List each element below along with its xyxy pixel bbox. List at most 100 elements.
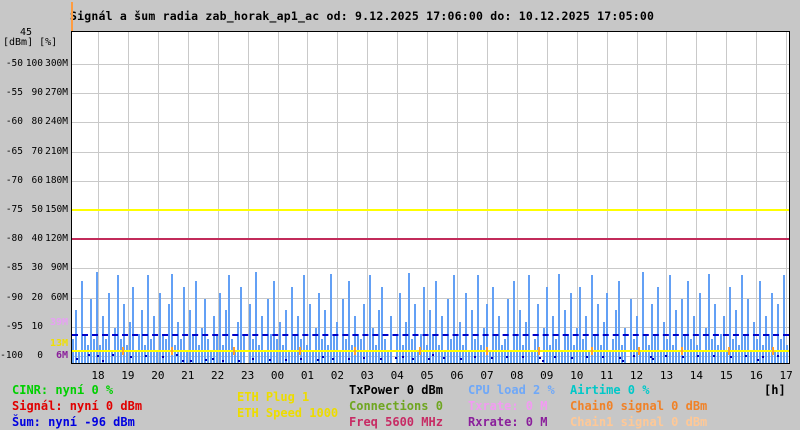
y-axis-value: 20 bbox=[31, 291, 43, 303]
plug-event-tick bbox=[728, 346, 730, 355]
legend-entry: CPU load 2 % bbox=[468, 383, 555, 397]
x-axis-hour-label: 20 bbox=[151, 369, 165, 382]
signal-bar bbox=[441, 316, 443, 363]
signal-bar bbox=[294, 333, 296, 363]
signal-bar bbox=[225, 310, 227, 363]
y-axis-units-label: [dBm] [%] bbox=[3, 37, 58, 48]
signal-bar bbox=[282, 345, 284, 363]
signal-bar bbox=[357, 333, 359, 363]
signal-bar bbox=[426, 345, 428, 363]
legend-entry: Freq 5600 MHz bbox=[349, 415, 443, 429]
noise-dot bbox=[97, 355, 99, 357]
noise-dot bbox=[522, 356, 524, 358]
signal-bar bbox=[243, 333, 245, 363]
plug-event-tick bbox=[233, 346, 235, 355]
plug-event-tick bbox=[591, 346, 593, 355]
rate-marker-label: 13M bbox=[49, 338, 68, 349]
gridline-vertical bbox=[457, 32, 459, 363]
plot-area bbox=[71, 31, 790, 364]
signal-bar bbox=[624, 327, 626, 363]
signal-bar bbox=[456, 333, 458, 363]
signal-bar bbox=[525, 321, 527, 363]
noise-dot bbox=[460, 358, 462, 360]
signal-bar bbox=[723, 316, 725, 363]
signal-bar bbox=[753, 321, 755, 363]
signal-bar bbox=[522, 345, 524, 363]
noise-dot bbox=[222, 360, 224, 362]
signal-bar bbox=[285, 310, 287, 363]
noise-dot bbox=[162, 356, 164, 358]
noise-dot bbox=[238, 360, 240, 362]
x-axis-hour-label: 21 bbox=[181, 369, 195, 382]
signal-bar bbox=[462, 345, 464, 363]
gridline-vertical bbox=[786, 32, 788, 363]
maroon-threshold-line bbox=[72, 238, 789, 241]
signal-bar bbox=[315, 327, 317, 363]
signal-bar bbox=[114, 327, 116, 363]
signal-bar bbox=[594, 333, 596, 363]
signal-bar bbox=[399, 292, 401, 363]
signal-bar bbox=[375, 345, 377, 363]
x-axis-hour-label: 00 bbox=[270, 369, 285, 382]
signal-bar bbox=[99, 345, 101, 363]
noise-dot bbox=[190, 360, 192, 362]
signal-bar bbox=[636, 316, 638, 363]
y-axis-value: 90 bbox=[31, 87, 43, 99]
noise-level-line bbox=[72, 334, 789, 337]
signal-bar bbox=[138, 333, 140, 363]
noise-dot bbox=[491, 357, 493, 359]
gridline-horizontal bbox=[72, 180, 789, 182]
y-axis-value: -90 bbox=[5, 291, 23, 303]
gridline-vertical bbox=[636, 32, 638, 363]
signal-bar bbox=[480, 345, 482, 363]
signal-bar bbox=[351, 345, 353, 363]
noise-dot bbox=[145, 355, 147, 357]
y-axis-value: -60 bbox=[5, 116, 23, 128]
legend-entry: Txrate: 0 M bbox=[468, 399, 548, 413]
signal-bar bbox=[402, 345, 404, 363]
signal-bar bbox=[507, 298, 509, 363]
signal-bar bbox=[297, 316, 299, 363]
signal-bar bbox=[354, 316, 356, 363]
y-axis-value: -80 bbox=[5, 233, 23, 245]
signal-bar bbox=[510, 351, 512, 363]
noise-dot bbox=[554, 356, 556, 358]
x-axis-hour-label: 18 bbox=[91, 369, 105, 382]
noise-dot bbox=[130, 356, 132, 358]
signal-bar bbox=[750, 351, 752, 363]
signal-bar bbox=[600, 345, 602, 363]
signal-bar bbox=[648, 345, 650, 363]
x-axis-hour-label: 19 bbox=[121, 369, 135, 382]
signal-bar bbox=[264, 351, 266, 363]
plug-event-tick bbox=[419, 346, 421, 355]
gridline-vertical bbox=[277, 32, 279, 363]
x-axis-hour-label: 10 bbox=[570, 369, 584, 382]
signal-bar bbox=[84, 333, 86, 363]
signal-bar bbox=[108, 292, 110, 363]
signal-bar bbox=[261, 316, 263, 363]
x-axis-hour-label: 16 bbox=[749, 369, 763, 382]
noise-dot bbox=[205, 359, 207, 361]
noise-dot bbox=[182, 360, 184, 362]
signal-bar bbox=[588, 351, 590, 363]
start-marker-tick bbox=[71, 2, 73, 31]
noise-dot bbox=[88, 354, 90, 356]
noise-dot bbox=[76, 358, 78, 360]
gridline-vertical bbox=[756, 32, 758, 363]
signal-bar bbox=[219, 292, 221, 363]
noise-dot bbox=[665, 355, 667, 357]
signal-bar bbox=[744, 333, 746, 363]
signal-bar bbox=[438, 345, 440, 363]
signal-bar bbox=[267, 298, 269, 363]
signal-bar bbox=[693, 316, 695, 363]
signal-bar bbox=[288, 351, 290, 363]
gridline-vertical bbox=[98, 32, 99, 363]
y-axis-value: 100 bbox=[25, 58, 43, 69]
signal-bar bbox=[495, 333, 497, 363]
x-axis-hour-label: 17 bbox=[779, 369, 793, 382]
signal-bar bbox=[705, 327, 707, 363]
gridline-vertical bbox=[726, 32, 728, 363]
signal-bar bbox=[678, 351, 680, 363]
y-axis-value: 30 bbox=[31, 262, 43, 274]
y-axis-value: 60 bbox=[31, 174, 43, 186]
